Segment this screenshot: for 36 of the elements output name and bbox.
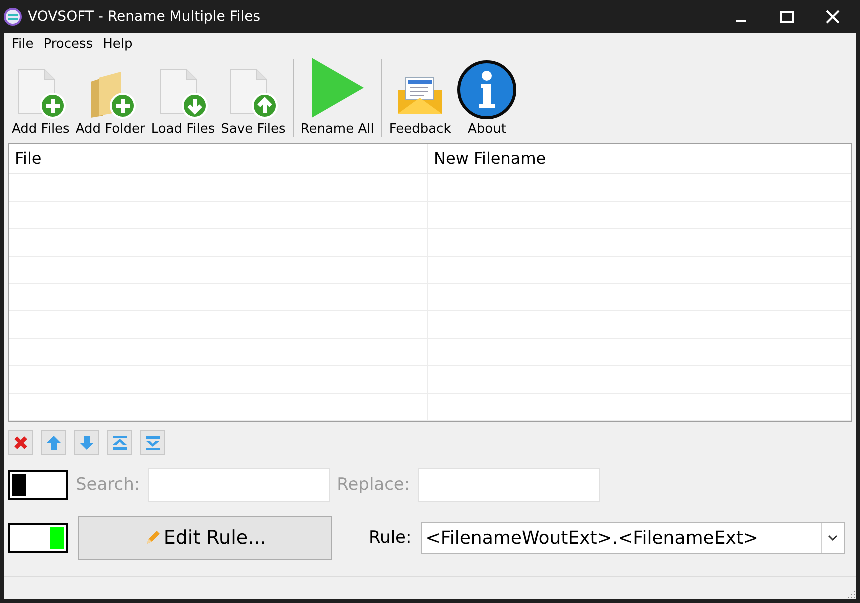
resize-grip-icon — [846, 589, 856, 599]
chevron-down-icon — [828, 535, 838, 541]
close-icon — [826, 10, 840, 24]
toolbar-button[interactable]: Add Files — [11, 55, 71, 141]
toolbar-button[interactable]: About — [456, 55, 518, 141]
search-label: Search: — [76, 475, 140, 495]
toolbar-button[interactable]: Save Files — [220, 55, 287, 141]
move-down-button[interactable] — [74, 430, 99, 455]
move-bottom-icon — [144, 434, 160, 450]
rule-dropdown[interactable]: <FilenameWoutExt>.<FilenameExt> — [420, 522, 845, 554]
edit-rule-button[interactable]: Edit Rule... — [78, 516, 332, 560]
toolbar-button[interactable]: Rename All — [300, 55, 376, 141]
toolbar-button[interactable]: Load Files — [150, 55, 216, 141]
move-bottom-button[interactable] — [140, 430, 165, 455]
replace-label: Replace: — [337, 475, 410, 495]
move-top-button[interactable] — [107, 430, 132, 455]
column-header: New Filename — [427, 144, 851, 174]
window-title: VOVSOFT - Rename Multiple Files — [28, 8, 262, 24]
arrow-down-icon — [78, 434, 94, 450]
move-up-button[interactable] — [41, 430, 66, 455]
delete-icon — [12, 434, 28, 450]
rule-label: Rule: — [369, 528, 412, 548]
toolbar-button[interactable]: Feedback — [388, 55, 452, 141]
info-icon — [457, 60, 518, 120]
arrow-up-icon — [46, 434, 62, 450]
toolbar-button[interactable]: Add Folder — [74, 55, 146, 141]
app-icon — [4, 8, 22, 26]
menu-item[interactable]: Process — [38, 36, 98, 52]
delete-button[interactable] — [8, 430, 33, 455]
minimize-icon — [735, 20, 747, 22]
maximize-icon — [780, 10, 794, 22]
move-top-icon — [112, 434, 128, 450]
menu-item[interactable]: Help — [98, 36, 138, 52]
menu-item[interactable]: File — [7, 36, 39, 52]
toggle-switch[interactable] — [8, 523, 68, 553]
column-header: File — [14, 148, 43, 170]
